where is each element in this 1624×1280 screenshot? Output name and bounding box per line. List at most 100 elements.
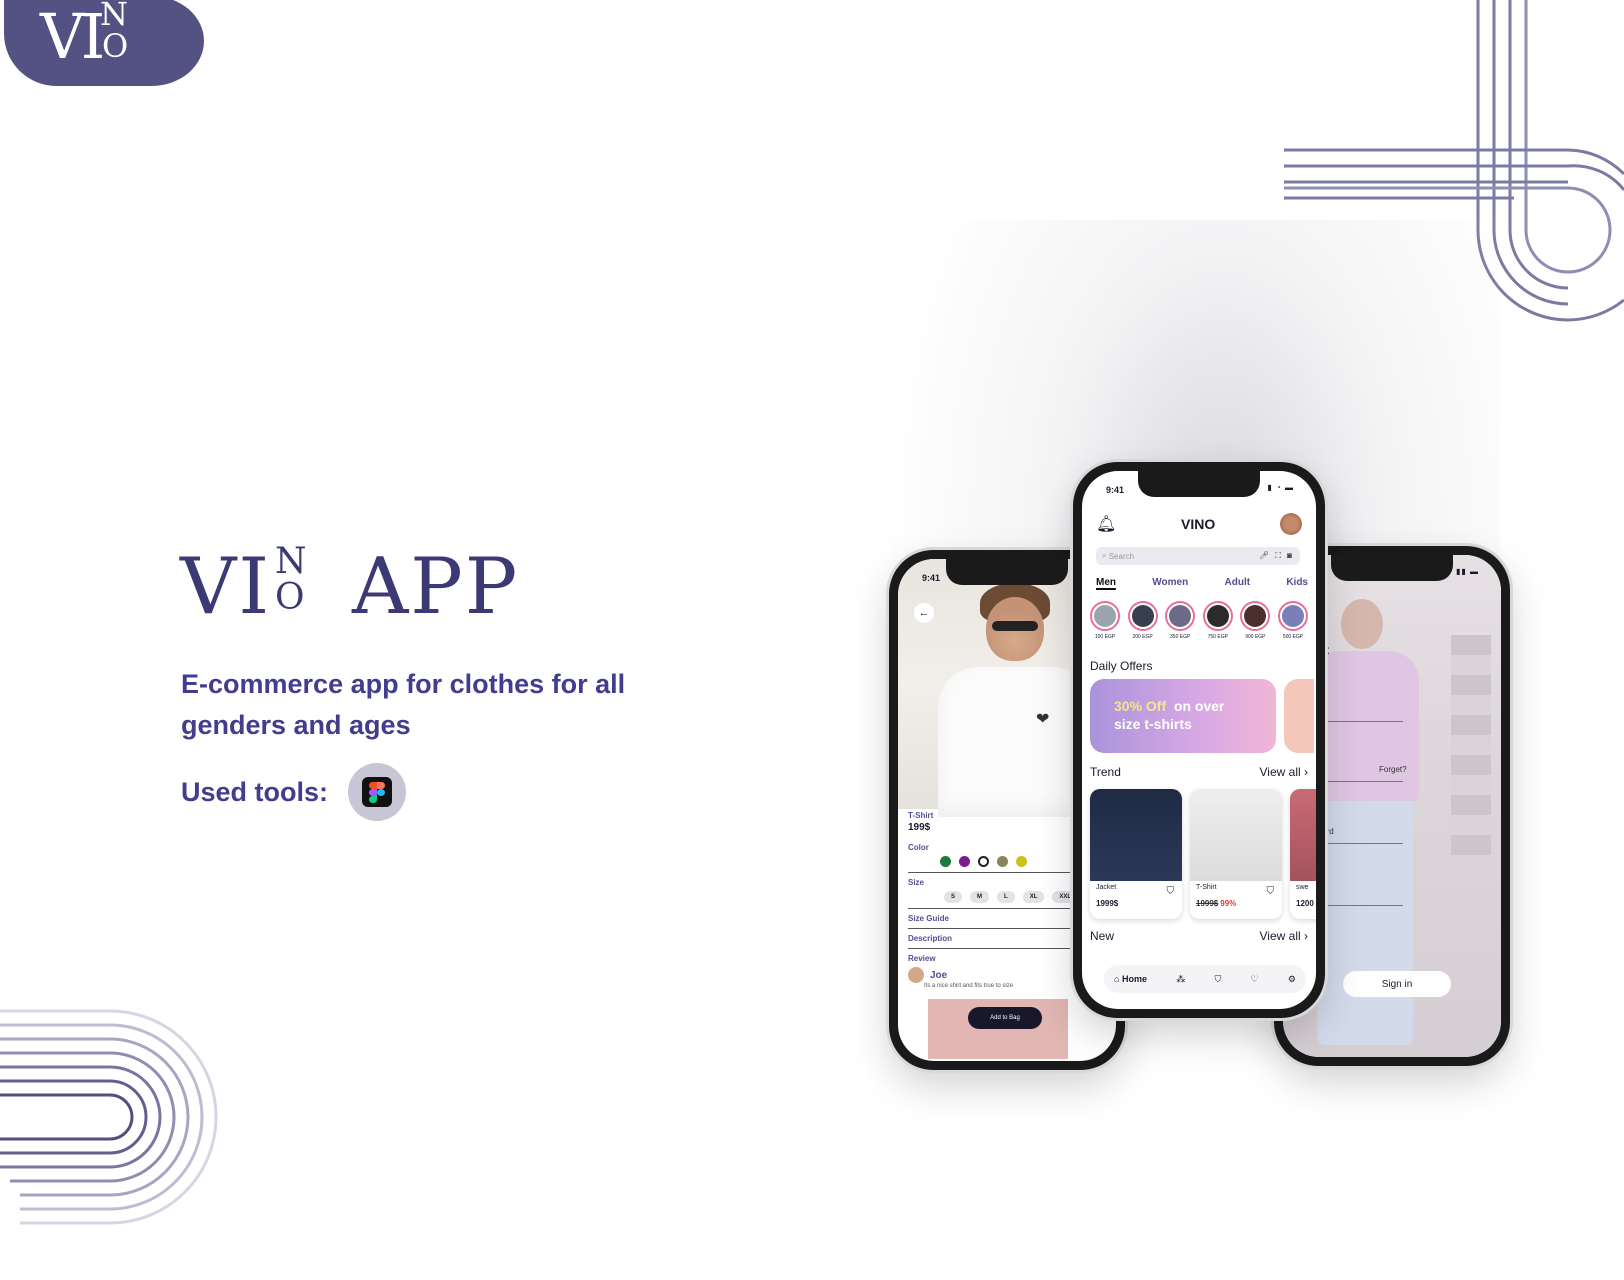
size-chip-l[interactable]: L xyxy=(997,891,1015,903)
nav-home[interactable]: ⌂ Home xyxy=(1114,974,1147,984)
broken-heart-icon: ❤ xyxy=(1036,711,1050,728)
search-action-icons[interactable]: 🎤︎ ⛶ ◙ xyxy=(1259,551,1294,561)
view-all-label: View all xyxy=(1259,929,1301,943)
heart-icon[interactable]: ♡ xyxy=(1251,974,1259,985)
bag-icon[interactable]: ⛉ xyxy=(1215,974,1222,985)
tab-adult[interactable]: Adult xyxy=(1225,577,1251,590)
forgot-password-link[interactable]: Forget? xyxy=(1379,765,1407,774)
offer-banner[interactable]: 30% Off on over size t-shirts xyxy=(1090,679,1276,753)
color-swatch-white[interactable] xyxy=(978,856,989,867)
back-arrow-icon[interactable]: ← xyxy=(914,603,934,623)
story-item[interactable]: 900 EGP xyxy=(1240,601,1271,640)
color-swatch-olive[interactable] xyxy=(997,856,1008,867)
price-story-row: 100 EGP 200 EGP 350 EGP 750 EGP 900 EGP … xyxy=(1090,601,1308,640)
search-placeholder: Search xyxy=(1108,551,1135,561)
hero-title: VI N O APP xyxy=(180,544,519,627)
hero-subtitle: E-commerce app for clothes for all gende… xyxy=(181,669,626,740)
story-price: 900 EGP xyxy=(1245,634,1266,640)
chevron-right-icon: › xyxy=(1304,929,1308,943)
phone-notch xyxy=(946,559,1068,585)
product-image xyxy=(1090,789,1182,881)
used-tools-label: Used tools: xyxy=(181,776,329,807)
product-discount: 99% xyxy=(1220,899,1237,908)
status-icons: ▮▮ ▬ xyxy=(1455,567,1479,576)
size-chip-s[interactable]: S xyxy=(944,891,963,903)
hero-title-app: APP xyxy=(351,542,520,632)
vino-logo-badge: VI N O xyxy=(4,0,204,86)
status-icons: ▮ ◔ ▬ xyxy=(1267,483,1294,492)
model-sunglasses xyxy=(992,621,1038,631)
decorative-arcs-bottom-left xyxy=(0,1009,218,1225)
new-view-all-link[interactable]: View all › xyxy=(1260,929,1308,943)
color-swatch-yellow[interactable] xyxy=(1016,856,1027,867)
bag-icon[interactable]: ⛉ xyxy=(1167,886,1175,897)
story-item[interactable]: 750 EGP xyxy=(1202,601,1233,640)
nav-home-label: Home xyxy=(1121,974,1147,984)
next-offer-banner[interactable] xyxy=(1284,679,1314,753)
product-image xyxy=(1190,789,1282,881)
size-chip-xl[interactable]: XL xyxy=(1022,891,1045,903)
search-bar[interactable]: ⌕ Search 🎤︎ ⛶ ◙ xyxy=(1096,547,1300,565)
bottom-navigation: ⌂ Home ⁂ ⛉ ♡ ⚙ xyxy=(1104,965,1306,993)
story-price: 200 EGP xyxy=(1132,634,1153,640)
home-icon: ⌂ xyxy=(1114,974,1120,984)
trend-products: Jacket 1999$ ⛉ T-Shirt 1999$ 99% ⛉ swe 12… xyxy=(1090,789,1316,919)
product-name: swe xyxy=(1296,884,1309,891)
phone-home: 9:41 ▮ ◔ ▬ 🔔︎ VINO ⌕ Search 🎤︎ ⛶ ◙ Men W… xyxy=(1073,462,1325,1018)
story-price: 100 EGP xyxy=(1094,634,1116,640)
figma-icon xyxy=(362,777,393,807)
product-price: 1999$ 99% xyxy=(1196,899,1276,908)
figma-tool-badge xyxy=(348,763,407,821)
home-screen: 9:41 ▮ ◔ ▬ 🔔︎ VINO ⌕ Search 🎤︎ ⛶ ◙ Men W… xyxy=(1082,471,1316,1009)
profile-avatar[interactable] xyxy=(1279,513,1302,535)
product-price: 1999$ xyxy=(1096,899,1119,908)
app-header: 🔔︎ VINO xyxy=(1096,513,1302,535)
story-item[interactable]: 100 EGP xyxy=(1090,601,1120,640)
model-shirt xyxy=(938,667,1093,817)
product-card-sweater[interactable]: swe 1200 xyxy=(1290,789,1316,919)
size-chip-m[interactable]: M xyxy=(970,891,990,903)
daily-offers-title: Daily Offers xyxy=(1090,659,1153,673)
color-swatch-green[interactable] xyxy=(940,856,951,867)
sign-in-button[interactable]: Sign in xyxy=(1343,971,1451,997)
offer-line2: size t-shirts xyxy=(1114,716,1192,732)
story-item[interactable]: 200 EGP xyxy=(1127,601,1158,640)
status-time: 9:41 xyxy=(922,573,941,583)
tab-women[interactable]: Women xyxy=(1152,577,1188,590)
story-price: 500 EGP xyxy=(1282,634,1304,640)
category-tabs: Men Women Adult Kids xyxy=(1096,577,1308,590)
tab-kids[interactable]: Kids xyxy=(1286,577,1308,590)
app-brand: VINO xyxy=(1181,516,1216,532)
product-card-jacket[interactable]: Jacket 1999$ ⛉ xyxy=(1090,789,1182,919)
settings-icon[interactable]: ⚙ xyxy=(1288,974,1296,985)
bell-icon[interactable]: 🔔︎ xyxy=(1096,514,1116,534)
product-name: Jacket xyxy=(1096,884,1117,891)
story-item[interactable]: 350 EGP xyxy=(1165,601,1196,640)
product-image xyxy=(1290,789,1316,881)
status-time: 9:41 xyxy=(1106,485,1125,495)
search-icon: ⌕ xyxy=(1102,551,1109,560)
phone-notch xyxy=(1331,555,1453,581)
reviewer-name: Joe xyxy=(930,969,948,981)
product-name: T-Shirt xyxy=(1196,884,1217,891)
product-card-tshirt[interactable]: T-Shirt 1999$ 99% ⛉ xyxy=(1190,789,1282,919)
logo-letters-vi: VI xyxy=(40,0,105,73)
trend-view-all-link[interactable]: View all › xyxy=(1260,765,1308,779)
add-to-bag-button[interactable]: Add to Bag xyxy=(968,1007,1042,1029)
offer-percent: 30% Off xyxy=(1114,698,1167,714)
logo-letter-o: O xyxy=(102,27,129,65)
color-swatch-purple[interactable] xyxy=(959,856,970,867)
product-old-price: 1999$ xyxy=(1196,899,1219,908)
phone-notch xyxy=(1138,471,1260,497)
used-tools-row: Used tools: xyxy=(181,763,407,821)
tab-men[interactable]: Men xyxy=(1096,577,1116,590)
new-title: New xyxy=(1090,929,1115,943)
story-price: 750 EGP xyxy=(1207,634,1228,640)
offer-line1: on over xyxy=(1173,698,1225,714)
bag-icon[interactable]: ⛉ xyxy=(1267,886,1275,897)
trend-title: Trend xyxy=(1090,765,1121,779)
hero-title-n: N xyxy=(275,541,309,582)
view-all-label: View all xyxy=(1259,765,1301,779)
categories-icon[interactable]: ⁂ xyxy=(1176,974,1185,985)
story-item[interactable]: 500 EGP xyxy=(1277,601,1308,640)
